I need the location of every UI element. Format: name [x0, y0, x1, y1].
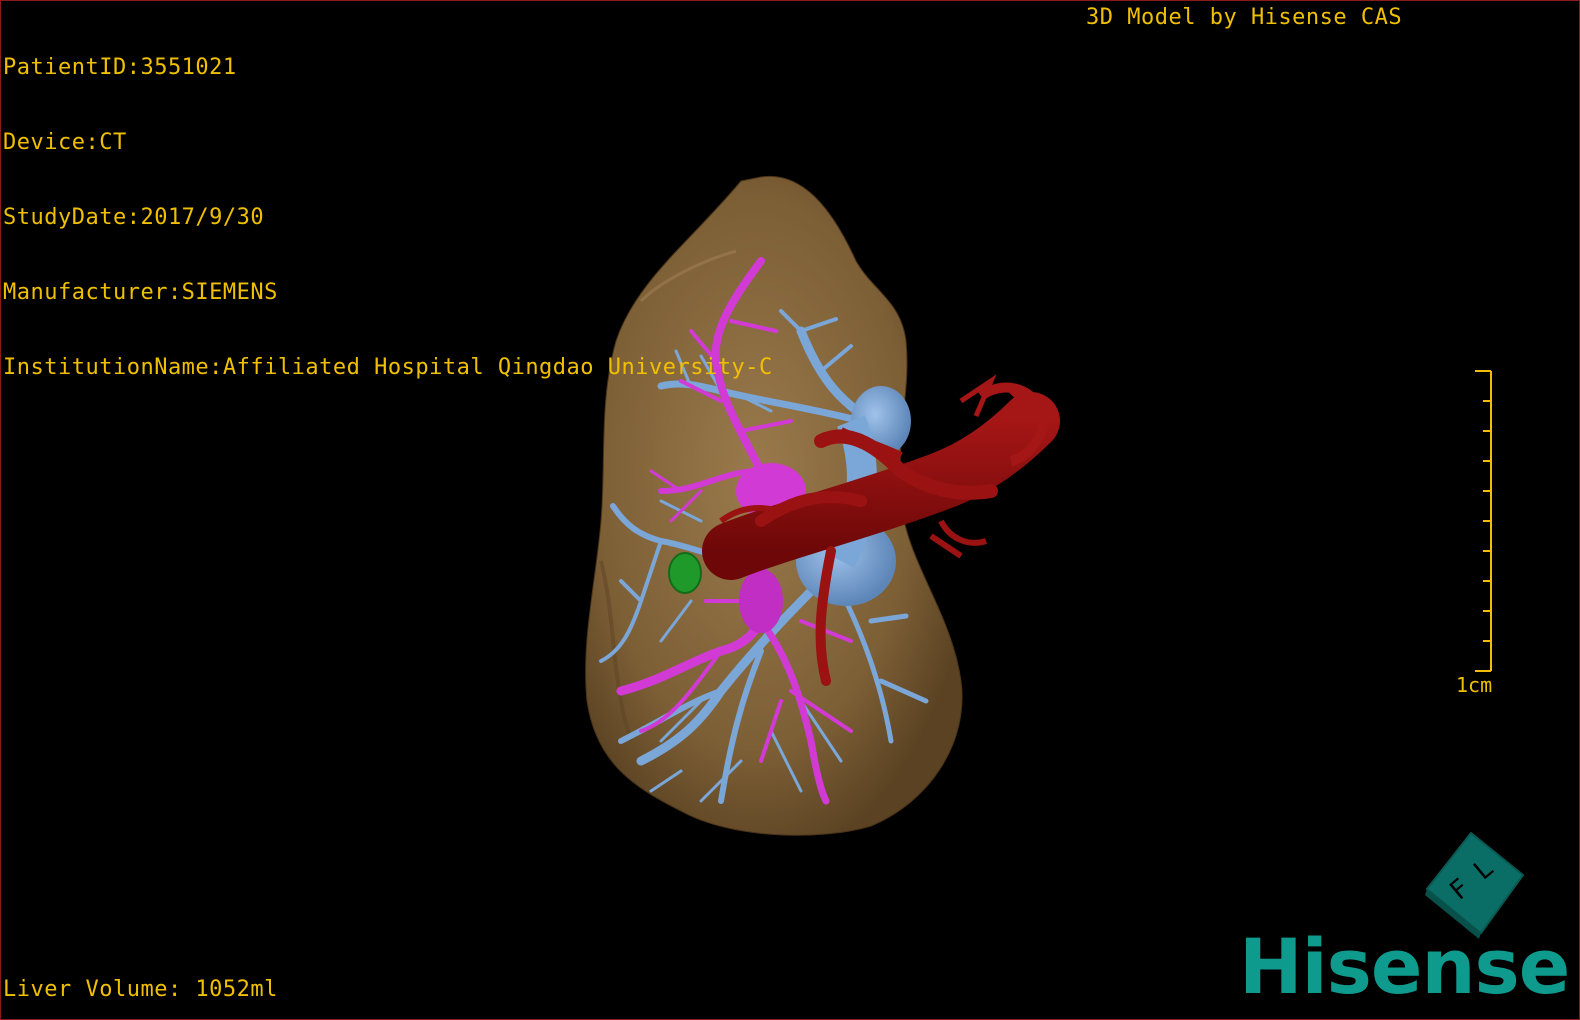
patient-id: PatientID:3551021: [3, 55, 237, 80]
institution-name: InstitutionName:Affiliated Hospital Qing…: [3, 355, 773, 380]
device: Device:CT: [3, 130, 127, 155]
study-date: StudyDate:2017/9/30: [3, 205, 265, 230]
model-caption: 3D Model by Hisense CAS: [1086, 5, 1403, 30]
manufacturer: Manufacturer:SIEMENS: [3, 280, 278, 305]
scale-bar: [1475, 370, 1492, 672]
green-lesion: [668, 552, 702, 594]
patient-info: PatientID:3551021 Device:CT StudyDate:20…: [3, 5, 773, 430]
hisense-logo: Hisense: [1239, 922, 1570, 1011]
3d-viewport[interactable]: PatientID:3551021 Device:CT StudyDate:20…: [0, 0, 1580, 1020]
liver-volume: Liver Volume: 1052ml: [3, 977, 278, 1002]
scale-bar-label: 1cm: [1456, 673, 1493, 697]
